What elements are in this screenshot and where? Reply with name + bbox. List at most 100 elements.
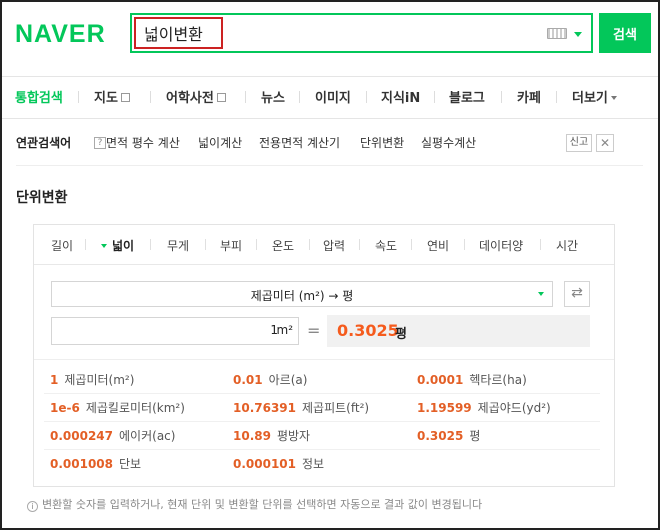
category-volume[interactable]: 부피: [220, 237, 242, 254]
related-link[interactable]: 단위변환: [360, 134, 404, 151]
result-item-value: 0.000101: [233, 457, 297, 471]
result-item-unit: 제곱피트(ft²): [302, 401, 370, 415]
tab-kin[interactable]: 지식iN: [381, 87, 420, 106]
category-area[interactable]: 넓이: [101, 237, 134, 254]
result-item-unit: 헥타르(ha): [469, 373, 527, 387]
unit-converter: 길이 넓이 무게 부피 온도 압력 속도 연비 데이터양 시간 제곱미터 (m²…: [33, 224, 615, 487]
tab-label: 어학사전: [166, 91, 214, 106]
external-box-icon: [216, 93, 226, 102]
tab-cafe[interactable]: 카페: [517, 87, 541, 106]
related-link[interactable]: 전용면적 계산기: [259, 134, 340, 151]
footnote-text: 변환할 숫자를 입력하거나, 현재 단위 및 변환할 단위를 선택하면 자동으로…: [42, 498, 483, 511]
search-button[interactable]: 검색: [599, 13, 651, 53]
report-button[interactable]: 신고: [566, 134, 592, 152]
result-item-unit: 제곱미터(m²): [64, 373, 135, 387]
tab-images[interactable]: 이미지: [315, 87, 351, 106]
related-link[interactable]: 면적 평수 계산: [106, 134, 180, 151]
row-divider: [44, 421, 600, 422]
row-divider: [44, 449, 600, 450]
tab-separator: [366, 91, 367, 103]
tab-separator: [434, 91, 435, 103]
result-item-unit: 정보: [302, 457, 325, 471]
row-divider: [44, 393, 600, 394]
result-item-unit: 제곱킬로미터(km²): [85, 401, 185, 415]
divider: [16, 165, 643, 166]
search-box[interactable]: [130, 13, 593, 53]
result-item: 0.01 아르(a): [233, 371, 307, 388]
category-weight[interactable]: 무게: [167, 237, 189, 254]
category-separator: [411, 239, 412, 250]
category-label: 넓이: [112, 239, 135, 253]
info-icon: i: [27, 501, 38, 512]
result-item-unit: 평: [469, 429, 481, 443]
result-item-unit: 평방자: [276, 429, 311, 443]
result-box: 0.3025 평: [327, 315, 590, 347]
tab-news[interactable]: 뉴스: [261, 87, 285, 106]
autocomplete-toggle-icon[interactable]: [574, 32, 582, 37]
result-item: 0.0001 헥타르(ha): [417, 371, 527, 388]
footnote: i 변환할 숫자를 입력하거나, 현재 단위 및 변환할 단위를 선택하면 자동으…: [27, 496, 482, 512]
category-separator: [85, 239, 86, 250]
category-time[interactable]: 시간: [556, 237, 578, 254]
tab-label: 지도: [94, 91, 118, 106]
result-item-value: 0.000247: [50, 429, 114, 443]
result-item-value: 1e-6: [50, 401, 80, 415]
category-separator: [150, 239, 151, 250]
result-item-value: 0.0001: [417, 373, 464, 387]
category-separator: [256, 239, 257, 250]
tab-map[interactable]: 지도: [94, 87, 130, 106]
section-title: 단위변환: [16, 190, 68, 206]
result-item-value: 10.89: [233, 429, 271, 443]
tab-blog[interactable]: 블로그: [449, 87, 485, 106]
related-link[interactable]: 넓이계산: [198, 134, 242, 151]
tab-separator: [556, 91, 557, 103]
search-tabs: 통합검색 지도 어학사전 뉴스 이미지 지식iN 블로그 카페 더보기: [0, 87, 660, 107]
caret-down-icon: [610, 96, 617, 100]
result-value: 0.3025: [337, 321, 399, 340]
keyboard-icon[interactable]: [547, 28, 567, 39]
result-item-value: 0.001008: [50, 457, 114, 471]
result-item-value: 0.3025: [417, 429, 464, 443]
chevron-down-icon: [538, 292, 544, 296]
result-item: 0.000101 정보: [233, 455, 324, 472]
related-searches: 연관검색어 ? 면적 평수 계산 넓이계산 전용면적 계산기 단위변환 실평수계…: [16, 134, 616, 154]
result-item: 0.3025 평: [417, 427, 480, 444]
search-input[interactable]: [134, 17, 223, 49]
result-item: 1 제곱미터(m²): [50, 371, 134, 388]
equals-sign: =: [307, 321, 321, 340]
value-input[interactable]: 1 m²: [51, 317, 299, 345]
input-unit: m²: [276, 323, 294, 337]
tab-separator: [501, 91, 502, 103]
category-separator: [540, 239, 541, 250]
related-link[interactable]: 실평수계산: [421, 134, 476, 151]
category-length[interactable]: 길이: [51, 237, 73, 254]
naver-logo[interactable]: NAVER: [15, 20, 106, 49]
result-item: 0.000247 에이커(ac): [50, 427, 175, 444]
help-icon[interactable]: ?: [94, 137, 106, 149]
category-separator: [205, 239, 206, 250]
result-item-unit: 단보: [119, 457, 142, 471]
tab-dictionary[interactable]: 어학사전: [166, 87, 226, 106]
unit-select[interactable]: 제곱미터 (m²) → 평: [51, 281, 553, 307]
category-temperature[interactable]: 온도: [272, 237, 294, 254]
divider: [34, 359, 614, 360]
category-pressure[interactable]: 압력: [323, 237, 345, 254]
result-item: 1e-6 제곱킬로미터(km²): [50, 399, 185, 416]
unit-select-value: 제곱미터 (m²) → 평: [250, 289, 354, 303]
category-separator: [464, 239, 465, 250]
result-item-value: 1: [50, 373, 59, 387]
external-box-icon: [120, 93, 130, 102]
swap-icon[interactable]: ⇄: [564, 281, 590, 307]
divider: [2, 118, 658, 119]
result-item-value: 0.01: [233, 373, 263, 387]
tab-label: 더보기: [572, 91, 608, 106]
category-speed[interactable]: 속도: [375, 237, 397, 254]
category-data[interactable]: 데이터양: [479, 237, 523, 254]
tab-more[interactable]: 더보기: [572, 87, 617, 106]
result-unit: 평: [395, 327, 407, 342]
tab-integrated[interactable]: 통합검색: [15, 87, 63, 106]
close-icon[interactable]: ✕: [596, 134, 614, 152]
result-item-value: 1.19599: [417, 401, 472, 415]
category-fuel[interactable]: 연비: [427, 237, 449, 254]
category-separator: [309, 239, 310, 250]
